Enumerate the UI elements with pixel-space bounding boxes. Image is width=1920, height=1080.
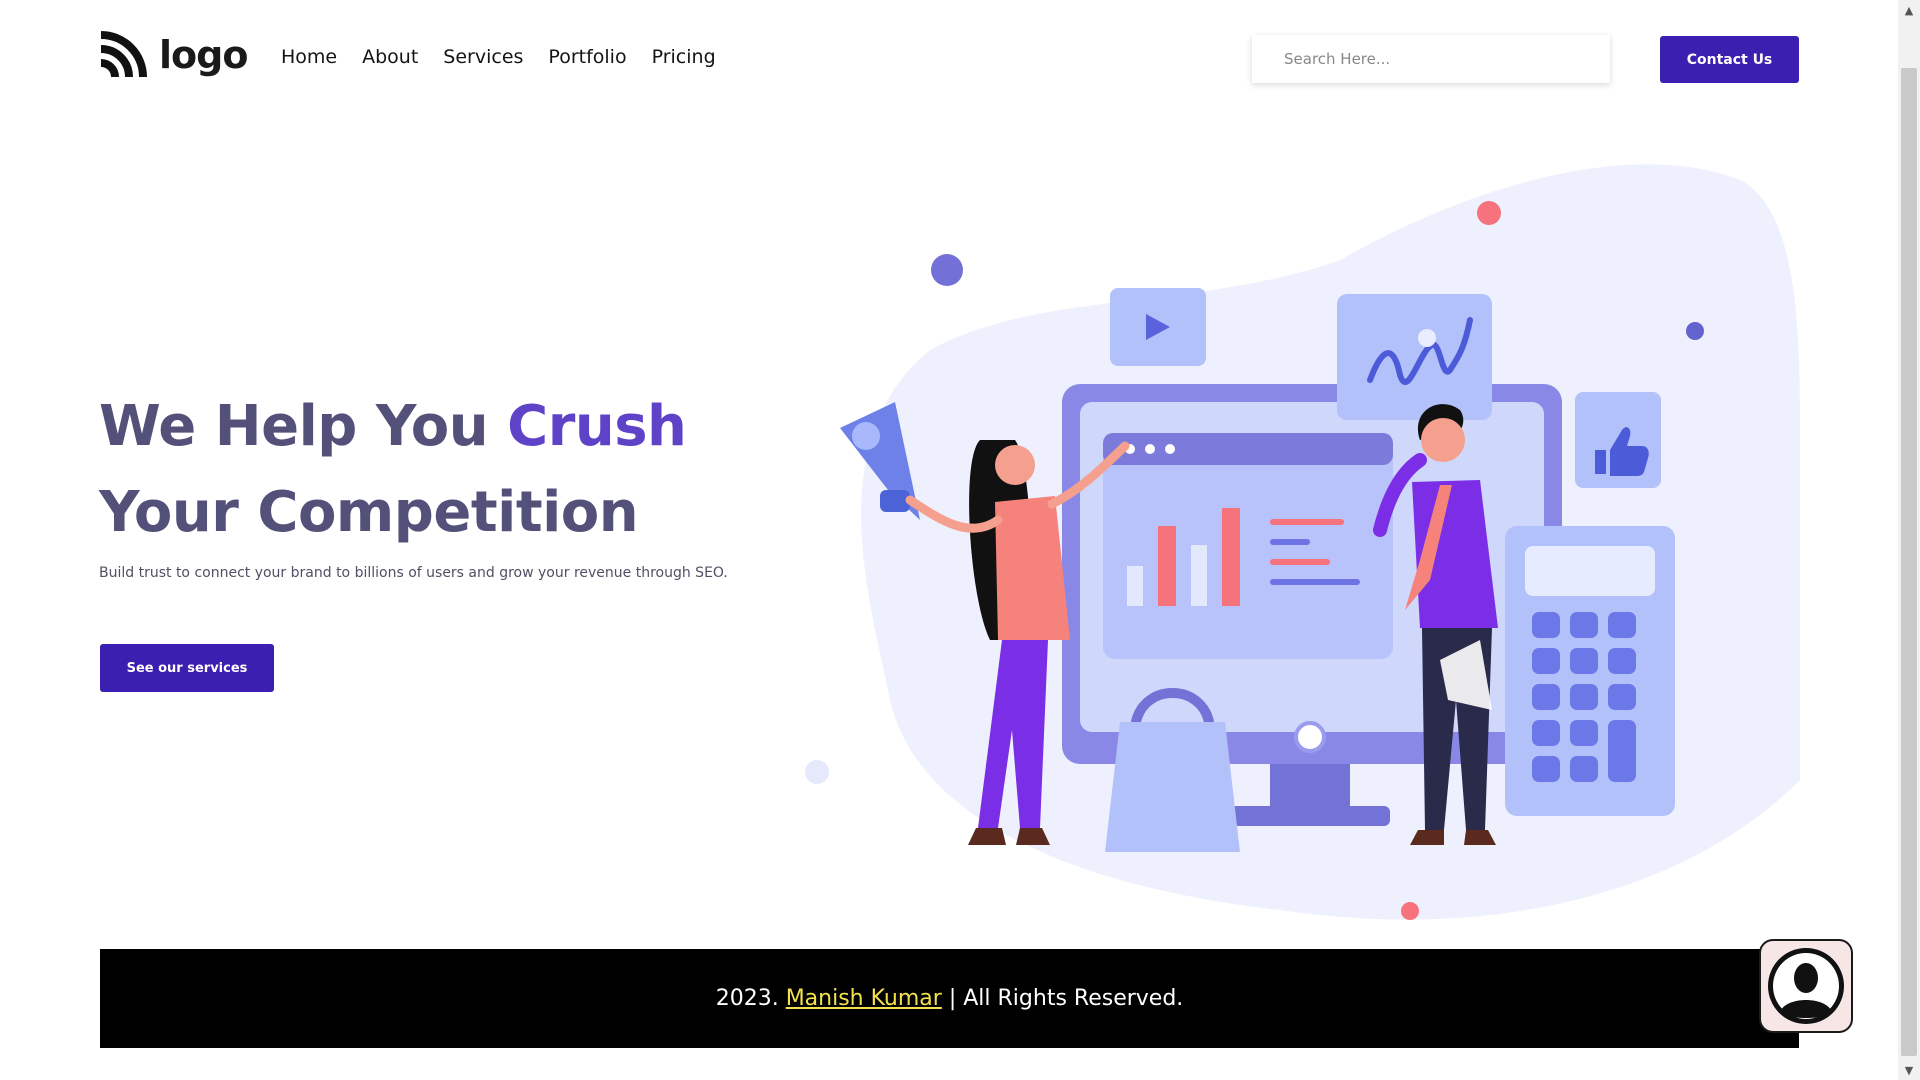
dot-purple-large [931,254,963,286]
contact-button[interactable]: Contact Us [1660,36,1799,83]
shopping-bag [1105,722,1240,852]
nav-about[interactable]: About [362,46,418,68]
site-header: logo Home About Services Portfolio Prici… [0,0,1898,120]
chart-bar [1222,508,1240,606]
browser-window [1103,433,1393,659]
dot-purple-small [1686,322,1704,340]
hero-title: We Help You Crush Your Competition [99,384,829,556]
scroll-down-icon[interactable]: ▼ [1898,1060,1920,1080]
search-input[interactable] [1252,35,1610,83]
browser-dot [1165,444,1175,454]
chart-line [1270,539,1310,545]
chart-bar [1191,545,1207,606]
chart-line [1270,519,1344,525]
hero-subtitle: Build trust to connect your brand to bil… [99,565,728,581]
browser-dot [1145,444,1155,454]
chart-line [1270,559,1330,565]
nav-home[interactable]: Home [281,46,337,68]
dot-light-left [805,760,829,784]
user-avatar-icon [1768,948,1844,1024]
logo[interactable]: logo [99,31,248,79]
scrollbar-thumb[interactable] [1901,68,1917,1056]
hero-title-part2: Your Competition [99,480,639,545]
calculator-keys [1532,612,1636,782]
calculator-display [1525,546,1655,596]
site-footer: 2023. Manish Kumar | All Rights Reserved… [100,949,1799,1048]
dot-red-bottom [1401,902,1419,920]
hero-title-accent: Crush [507,394,687,459]
logo-icon [100,31,147,78]
monitor-button [1294,721,1326,753]
see-services-button[interactable]: See our services [100,644,274,692]
main-nav: Home About Services Portfolio Pricing [281,46,716,68]
nav-services[interactable]: Services [443,46,523,68]
megaphone-mouth [852,422,880,450]
footer-rights: | All Rights Reserved. [948,986,1184,1011]
wave-dot [1418,329,1436,347]
scroll-up-icon[interactable]: ▲ [1898,0,1920,20]
nav-portfolio[interactable]: Portfolio [548,46,626,68]
chart-bar [1127,566,1143,606]
chart-line [1270,579,1360,585]
dot-red-top [1477,201,1501,225]
monitor-base [1230,806,1390,826]
footer-year: 2023. [715,986,779,1011]
logo-text: logo [159,33,248,77]
footer-author-link[interactable]: Manish Kumar [786,986,942,1011]
scrollbar[interactable]: ▲ ▼ [1898,0,1920,1080]
hero-title-part1: We Help You [99,394,508,459]
hero-illustration [805,164,1800,920]
avatar[interactable] [1759,939,1853,1033]
megaphone-handle [880,490,910,512]
chart-bar [1158,526,1176,606]
analytics-card [1337,294,1492,420]
nav-pricing[interactable]: Pricing [652,46,716,68]
